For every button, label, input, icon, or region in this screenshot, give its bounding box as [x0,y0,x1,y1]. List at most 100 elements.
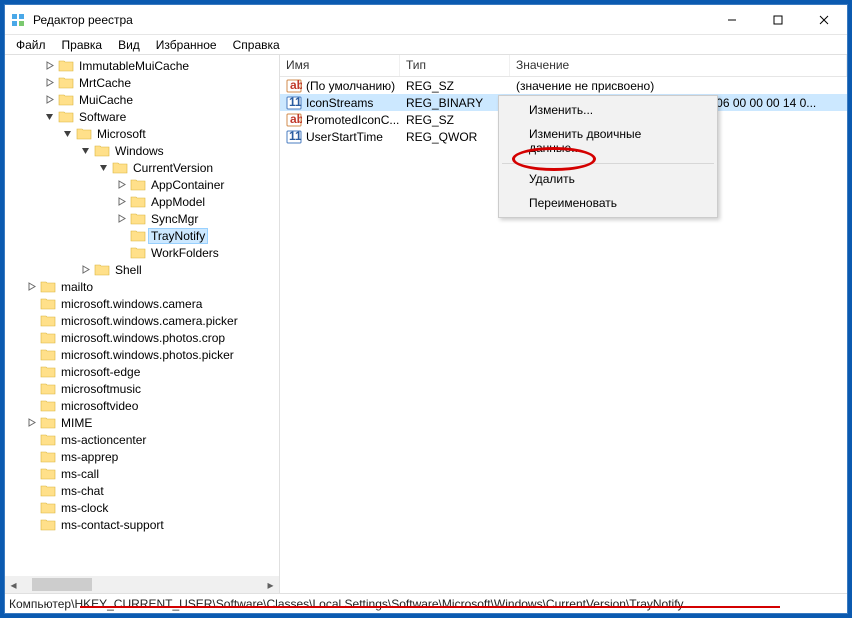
folder-icon [40,280,56,293]
binary-value-icon: 110 [286,129,302,145]
folder-icon [40,297,56,310]
col-value[interactable]: Значение [510,55,847,76]
menu-item-rename[interactable]: Переименовать [501,191,715,215]
col-name[interactable]: Имя [280,55,400,76]
values-header[interactable]: Имя Тип Значение [280,55,847,77]
chevron-right-icon[interactable] [43,59,56,72]
folder-icon [40,331,56,344]
tree-item[interactable]: microsoft.windows.camera.picker [5,312,279,329]
folder-icon [40,450,56,463]
tree-item-label: ms-clock [58,500,111,516]
tree-panel: ImmutableMuiCacheMrtCacheMuiCacheSoftwar… [5,55,280,593]
chevron-right-icon[interactable] [79,263,92,276]
tree-item[interactable]: Microsoft [5,125,279,142]
tree-item[interactable]: AppModel [5,193,279,210]
tree-item[interactable]: WorkFolders [5,244,279,261]
tree-item[interactable]: microsoft.windows.camera [5,295,279,312]
tree-hscroll[interactable]: ◂ ▸ [5,576,279,593]
chevron-down-icon[interactable] [79,144,92,157]
tree-item[interactable]: ms-chat [5,482,279,499]
tree-item-label: microsoft.windows.camera.picker [58,313,241,329]
folder-icon [58,93,74,106]
folder-icon [40,501,56,514]
folder-icon [130,229,146,242]
tree-item-label: CurrentVersion [130,160,216,176]
menu-edit[interactable]: Правка [55,36,110,54]
tree-item[interactable]: MrtCache [5,74,279,91]
chevron-right-icon[interactable] [115,195,128,208]
chevron-right-icon[interactable] [43,93,56,106]
value-row[interactable]: ab(По умолчанию)REG_SZ(значение не присв… [280,77,847,94]
tree-item[interactable]: TrayNotify [5,227,279,244]
minimize-button[interactable] [709,5,755,35]
folder-icon [40,467,56,480]
folder-icon [130,212,146,225]
tree-item[interactable]: AppContainer [5,176,279,193]
tree-item[interactable]: Windows [5,142,279,159]
tree-item[interactable]: microsoftmusic [5,380,279,397]
value-type: REG_SZ [400,112,510,128]
folder-icon [40,433,56,446]
chevron-right-icon[interactable] [25,416,38,429]
tree-item[interactable]: mailto [5,278,279,295]
tree-item[interactable]: Shell [5,261,279,278]
tree-item[interactable]: microsoft.windows.photos.crop [5,329,279,346]
tree-item[interactable]: ms-apprep [5,448,279,465]
tree-item[interactable]: ms-actioncenter [5,431,279,448]
chevron-down-icon[interactable] [97,161,110,174]
close-button[interactable] [801,5,847,35]
tree-item-label: TrayNotify [148,228,208,244]
tree-item-label: microsoft.windows.photos.picker [58,347,237,363]
folder-icon [40,399,56,412]
chevron-right-icon[interactable] [115,212,128,225]
statusbar: Компьютер\HKEY_CURRENT_USER\Software\Cla… [5,593,847,613]
tree-item[interactable]: ms-call [5,465,279,482]
tree-item-label: ms-chat [58,483,107,499]
tree-item-label: ms-actioncenter [58,432,149,448]
status-path: Компьютер\HKEY_CURRENT_USER\Software\Cla… [9,597,684,611]
tree-item-label: Windows [112,143,167,159]
menu-help[interactable]: Справка [226,36,287,54]
menu-favorites[interactable]: Избранное [149,36,224,54]
tree-item-label: mailto [58,279,96,295]
folder-icon [94,144,110,157]
chevron-down-icon[interactable] [61,127,74,140]
tree-item[interactable]: ms-contact-support [5,516,279,533]
chevron-right-icon[interactable] [115,178,128,191]
tree-item[interactable]: microsoft-edge [5,363,279,380]
string-value-icon: ab [286,78,302,94]
menu-file[interactable]: Файл [9,36,53,54]
tree-item[interactable]: microsoft.windows.photos.picker [5,346,279,363]
registry-tree[interactable]: ImmutableMuiCacheMrtCacheMuiCacheSoftwar… [5,55,279,576]
tree-item-label: Microsoft [94,126,149,142]
binary-value-icon: 110 [286,95,302,111]
tree-item-label: ms-apprep [58,449,121,465]
scroll-right-arrow[interactable]: ▸ [262,576,279,593]
menubar: Файл Правка Вид Избранное Справка [5,35,847,55]
menu-view[interactable]: Вид [111,36,147,54]
tree-item[interactable]: ms-clock [5,499,279,516]
tree-item[interactable]: MuiCache [5,91,279,108]
tree-item[interactable]: microsoftvideo [5,397,279,414]
tree-item-label: MrtCache [76,75,134,91]
chevron-right-icon[interactable] [25,280,38,293]
tree-item[interactable]: ImmutableMuiCache [5,57,279,74]
menu-item-delete[interactable]: Удалить [501,167,715,191]
tree-item[interactable]: SyncMgr [5,210,279,227]
menu-separator [502,163,714,164]
tree-item[interactable]: MIME [5,414,279,431]
scroll-thumb[interactable] [32,578,92,591]
tree-item[interactable]: Software [5,108,279,125]
tree-item[interactable]: CurrentVersion [5,159,279,176]
col-type[interactable]: Тип [400,55,510,76]
titlebar[interactable]: Редактор реестра [5,5,847,35]
tree-item-label: MuiCache [76,92,136,108]
menu-item-edit-binary[interactable]: Изменить двоичные данные... [501,122,715,160]
scroll-left-arrow[interactable]: ◂ [5,576,22,593]
chevron-down-icon[interactable] [43,110,56,123]
menu-item-edit[interactable]: Изменить... [501,98,715,122]
maximize-button[interactable] [755,5,801,35]
chevron-right-icon[interactable] [43,76,56,89]
tree-item-label: ms-call [58,466,102,482]
svg-text:110: 110 [289,129,302,143]
